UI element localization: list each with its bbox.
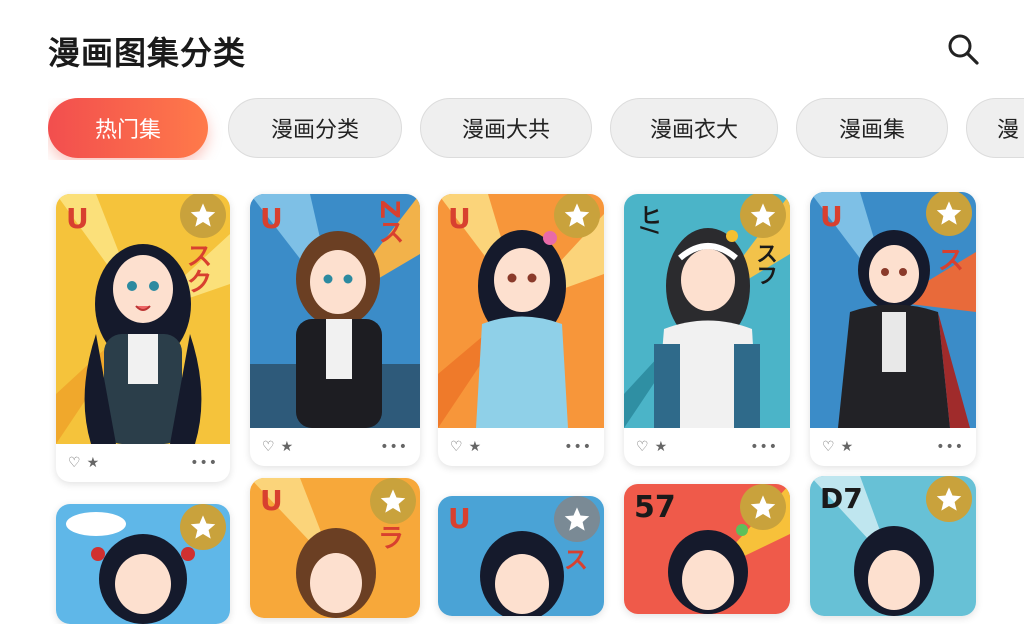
favorite-button[interactable] (180, 194, 226, 238)
star-icon (190, 515, 216, 539)
star-icon[interactable]: ★ (469, 439, 482, 455)
manga-card[interactable]: U スク ♡ ★ ••• (56, 194, 230, 482)
star-icon (564, 507, 590, 531)
heart-icon[interactable]: ♡ (262, 439, 275, 455)
star-icon (190, 203, 216, 227)
more-dots-icon[interactable]: ••• (380, 439, 408, 455)
manga-card[interactable]: U ♡ ★ ••• (438, 194, 604, 466)
tab-manga-more[interactable]: 漫 (966, 98, 1024, 158)
star-icon (380, 489, 406, 513)
card-glyph: スフ (752, 242, 777, 286)
star-icon[interactable]: ★ (655, 439, 668, 455)
star-icon[interactable]: ★ (87, 455, 100, 471)
manga-card[interactable]: D7 (810, 476, 976, 616)
card-footer: ♡ ★ ••• (56, 444, 230, 482)
card-glyph: U (820, 200, 843, 233)
card-glyph: Zス (374, 200, 404, 245)
category-tabs: 热门集 漫画分类 漫画大共 漫画衣大 漫画集 漫 (48, 98, 1024, 160)
favorite-button[interactable] (554, 194, 600, 238)
more-dots-icon[interactable]: ••• (190, 455, 218, 471)
card-glyph: U (448, 202, 471, 235)
card-glyph: ス (937, 246, 964, 276)
card-glyph: U (448, 502, 471, 535)
search-icon[interactable] (946, 32, 980, 66)
manga-card[interactable]: U ス (438, 496, 604, 616)
card-glyph: U (260, 484, 283, 517)
heart-icon[interactable]: ♡ (68, 455, 81, 471)
heart-icon[interactable]: ♡ (822, 439, 835, 455)
favorite-button[interactable] (554, 496, 600, 542)
tab-manga-big[interactable]: 漫画大共 (420, 98, 592, 158)
card-glyph: U (66, 202, 89, 235)
star-icon (750, 203, 776, 227)
manga-card[interactable] (56, 504, 230, 624)
tab-manga-cloth[interactable]: 漫画衣大 (610, 98, 778, 158)
manga-card[interactable]: 57 (624, 484, 790, 614)
card-glyph: U (260, 202, 283, 235)
more-dots-icon[interactable]: ••• (936, 439, 964, 455)
card-glyph: ヒ/ (636, 204, 661, 235)
more-dots-icon[interactable]: ••• (750, 439, 778, 455)
manga-card[interactable]: U Zス ♡ ★ ••• (250, 194, 420, 466)
star-icon[interactable]: ★ (841, 439, 854, 455)
favorite-button[interactable] (926, 192, 972, 236)
tab-manga-collection[interactable]: 漫画集 (796, 98, 948, 158)
card-glyph: D7 (820, 482, 863, 515)
card-footer: ♡ ★ ••• (810, 428, 976, 466)
star-icon[interactable]: ★ (281, 439, 294, 455)
heart-icon[interactable]: ♡ (636, 439, 649, 455)
tab-hot[interactable]: 热门集 (48, 98, 208, 158)
card-glyph: スク (182, 242, 212, 294)
manga-card[interactable]: U ラ (250, 478, 420, 618)
card-footer: ♡ ★ ••• (438, 428, 604, 466)
heart-icon[interactable]: ♡ (450, 439, 463, 455)
page-title: 漫画图集分类 (48, 34, 247, 72)
star-icon (750, 495, 776, 519)
manga-card[interactable]: U ス ♡ ★ ••• (810, 192, 976, 466)
card-footer: ♡ ★ ••• (624, 428, 790, 466)
card-footer: ♡ ★ ••• (250, 428, 420, 466)
favorite-button[interactable] (926, 476, 972, 522)
manga-card[interactable]: ヒ/ スフ ♡ ★ ••• (624, 194, 790, 466)
card-glyph: 57 (634, 490, 676, 525)
star-icon (564, 203, 590, 227)
card-glyph: ス (564, 546, 588, 574)
favorite-button[interactable] (740, 484, 786, 530)
tab-manga-category[interactable]: 漫画分类 (228, 98, 402, 158)
favorite-button[interactable] (180, 504, 226, 550)
favorite-button[interactable] (740, 194, 786, 238)
more-dots-icon[interactable]: ••• (564, 439, 592, 455)
favorite-button[interactable] (370, 478, 416, 524)
star-icon (936, 487, 962, 511)
star-icon (936, 201, 962, 225)
